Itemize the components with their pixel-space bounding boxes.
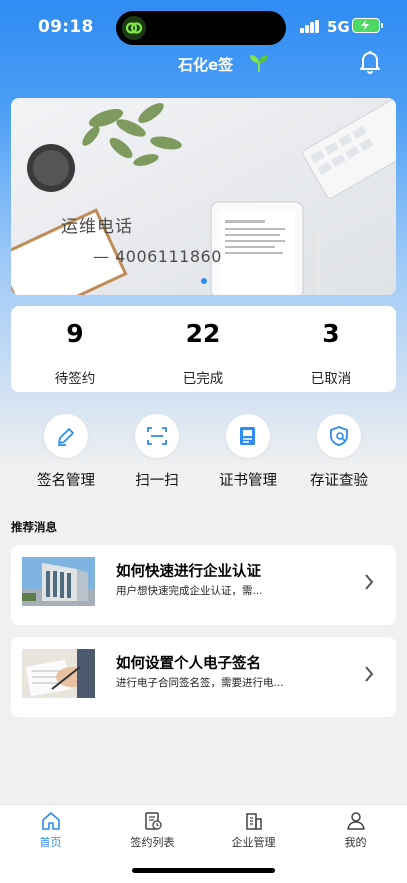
banner-heading: 运维电话 [61, 217, 133, 237]
action-label: 签名管理 [37, 473, 95, 489]
shield-search-icon [317, 414, 361, 458]
tab-label: 首页 [39, 836, 62, 849]
home-indicator [132, 868, 275, 873]
tab-label: 签约列表 [130, 836, 175, 849]
carousel-indicator [201, 278, 207, 284]
action-label: 存证查验 [310, 473, 368, 489]
news-description: 用户想快速完成企业认证，需... [116, 585, 263, 597]
news-item[interactable]: 如何快速进行企业认证 用户想快速完成企业认证，需... [11, 545, 396, 625]
contract-list-icon [145, 812, 162, 830]
action-label: 证书管理 [219, 473, 277, 489]
pen-icon [44, 414, 88, 458]
action-evidence-verification[interactable]: 存证查验 [294, 414, 384, 494]
building-icon [246, 813, 262, 830]
stat-label: 已完成 [182, 371, 224, 387]
chevron-right-icon [363, 665, 375, 683]
app-title: 石化e签 [178, 56, 234, 74]
news-description: 进行电子合同签名签，需要进行电... [116, 677, 284, 689]
action-signature-management[interactable]: 签名管理 [21, 414, 111, 494]
signal-icon [300, 20, 320, 33]
stat-label: 待签约 [54, 371, 96, 387]
news-item[interactable]: 如何设置个人电子签名 进行电子合同签名签，需要进行电... [11, 637, 396, 717]
stat-value: 3 [322, 319, 340, 348]
stat-label: 已取消 [310, 371, 352, 387]
tab-profile[interactable]: 我的 [305, 805, 406, 855]
action-scan[interactable]: 扫一扫 [112, 414, 202, 494]
banner-carousel[interactable]: 运维电话 — 4006111860 [11, 98, 396, 295]
news-title: 如何设置个人电子签名 [116, 656, 261, 672]
status-bar: 09:18 5G [0, 0, 407, 54]
stat-value: 9 [66, 319, 84, 348]
section-title-news: 推荐消息 [11, 520, 57, 534]
battery-tip [381, 23, 383, 28]
news-thumbnail [22, 649, 95, 698]
banner-phone: — 4006111860 [93, 247, 222, 266]
tab-enterprise-management[interactable]: 企业管理 [203, 805, 304, 855]
network-type: 5G [327, 18, 350, 36]
action-label: 扫一扫 [135, 473, 179, 489]
scan-icon [135, 414, 179, 458]
tab-label: 企业管理 [231, 836, 276, 849]
user-icon [347, 812, 365, 830]
contract-stats-card: 9 待签约 22 已完成 3 已取消 [11, 306, 396, 392]
battery-icon [352, 18, 380, 33]
link-icon [122, 16, 146, 40]
leaf-icon [247, 51, 271, 75]
bell-icon[interactable] [358, 49, 382, 75]
tab-contract-list[interactable]: 签约列表 [102, 805, 203, 855]
news-thumbnail [22, 557, 95, 606]
news-title: 如何快速进行企业认证 [116, 564, 261, 580]
chevron-right-icon [363, 573, 375, 591]
status-time: 09:18 [38, 17, 94, 37]
stat-value: 22 [185, 319, 221, 348]
action-certificate-management[interactable]: 证书管理 [203, 414, 293, 494]
home-icon [42, 812, 60, 830]
tab-label: 我的 [344, 836, 367, 849]
tab-home[interactable]: 首页 [0, 805, 101, 855]
dynamic-island [116, 11, 286, 45]
certificate-icon [226, 414, 270, 458]
